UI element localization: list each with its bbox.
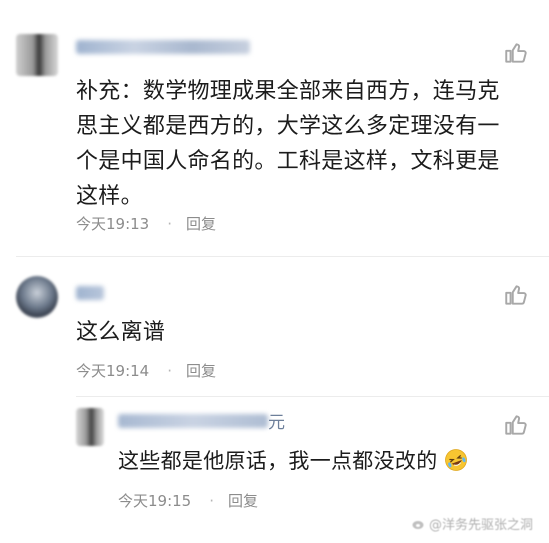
comment-text: 补充：数学物理成果全部来自西方，连马克思主义都是西方的，大学这么多定理没有一个是… (76, 79, 500, 209)
comment-text: 这么离谱 (76, 320, 166, 345)
separator-dot: · (209, 492, 215, 510)
comment-meta: 今天19:13 · 回复 (76, 213, 216, 234)
username-blurred[interactable] (76, 286, 104, 300)
divider (76, 396, 549, 397)
reply-button[interactable]: 回复 (228, 492, 258, 510)
thumbs-up-icon[interactable] (503, 282, 529, 308)
username-blurred[interactable] (118, 414, 268, 428)
thumbs-up-icon[interactable] (503, 40, 529, 66)
comment-meta: 今天19:14 · 回复 (76, 360, 216, 381)
weibo-logo-icon (412, 521, 424, 529)
timestamp: 今天19:13 (76, 215, 150, 233)
username-blurred[interactable] (76, 40, 250, 54)
separator-dot: · (167, 215, 173, 233)
reply-button[interactable]: 回复 (186, 362, 216, 380)
comment-meta: 今天19:15 · 回复 (118, 490, 258, 511)
comment-2: 这么离谱 今天19:14 · 回复 (0, 258, 549, 398)
watermark-text: @洋务先驱张之洞 (428, 518, 533, 533)
username-tail: 元 (268, 413, 285, 433)
rofl-emoji-icon (445, 449, 468, 471)
timestamp: 今天19:14 (76, 362, 150, 380)
comment-text: 这些都是他原话，我一点都没改的 (118, 444, 538, 479)
watermark: @洋务先驱张之洞 (412, 514, 533, 533)
avatar[interactable] (16, 34, 58, 76)
reply-button[interactable]: 回复 (186, 215, 216, 233)
timestamp: 今天19:15 (118, 492, 192, 510)
avatar[interactable] (76, 408, 104, 446)
thumbs-up-icon[interactable] (503, 412, 529, 438)
comment-1: 补充：数学物理成果全部来自西方，连马克思主义都是西方的，大学这么多定理没有一个是… (0, 0, 549, 260)
divider (16, 256, 549, 257)
comment-text-content: 这些都是他原话，我一点都没改的 (118, 449, 438, 473)
separator-dot: · (167, 362, 173, 380)
avatar[interactable] (16, 276, 58, 318)
